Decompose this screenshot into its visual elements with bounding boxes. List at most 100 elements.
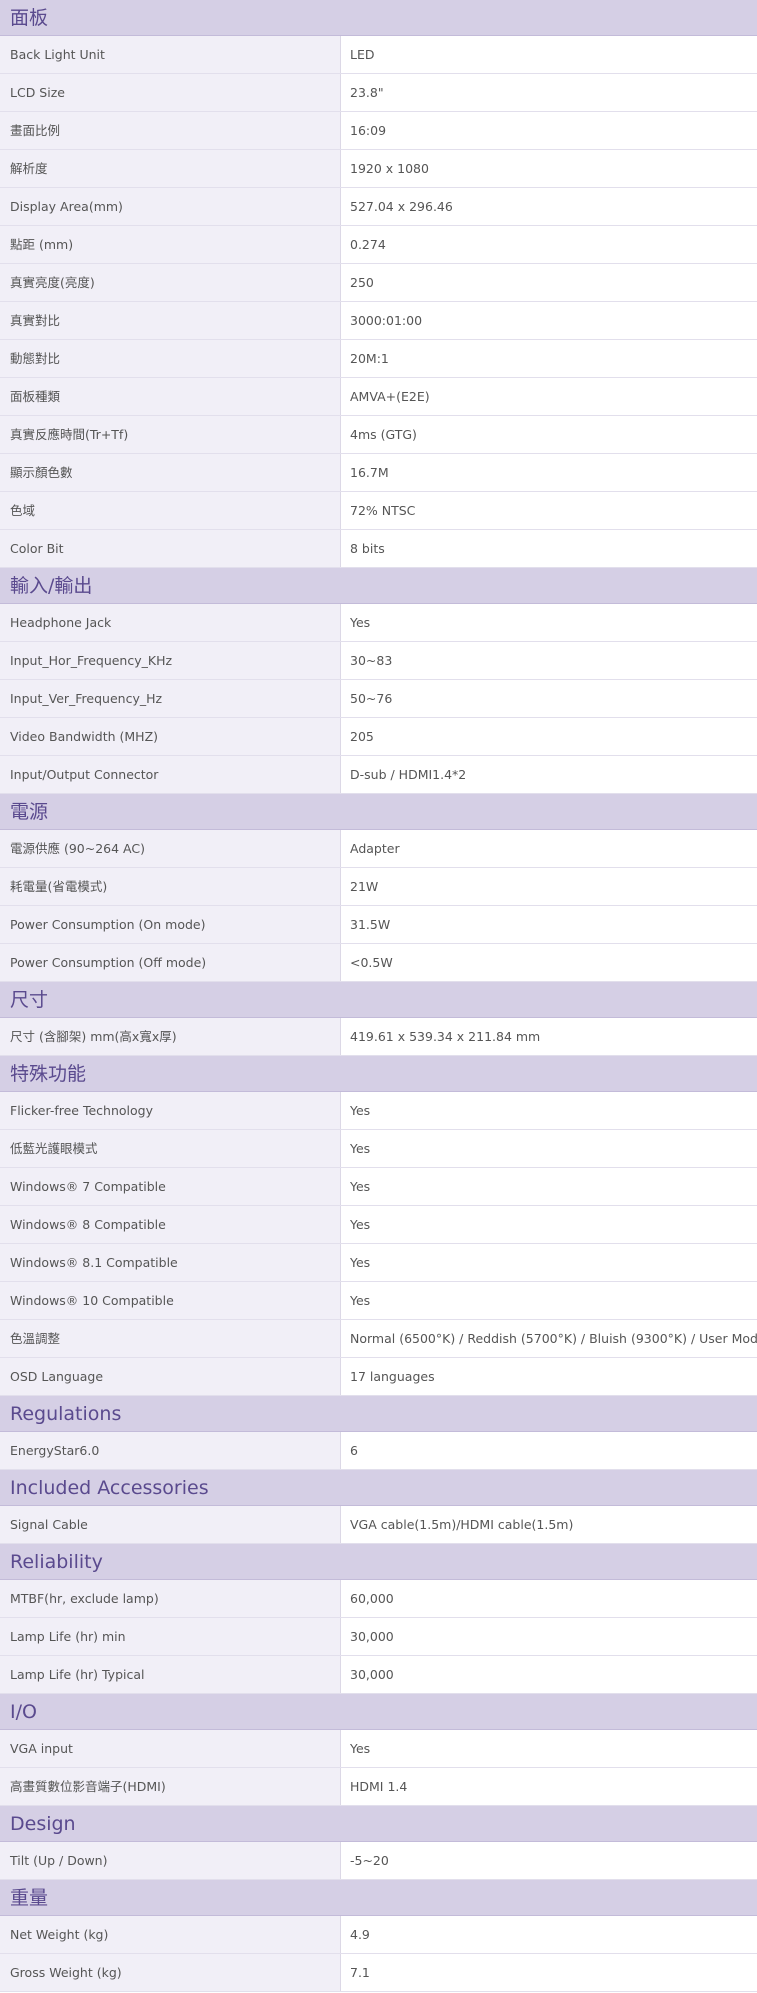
spec-label: Display Area(mm): [0, 188, 341, 225]
spec-label: MTBF(hr, exclude lamp): [0, 1580, 341, 1617]
spec-value: VGA cable(1.5m)/HDMI cable(1.5m): [341, 1506, 757, 1543]
spec-label: Color Bit: [0, 530, 341, 567]
spec-section: 特殊功能 Flicker-free Technology Yes 低藍光護眼模式 Yes…: [0, 1056, 757, 1396]
spec-row: Color Bit 8 bits: [0, 530, 757, 568]
spec-label: Headphone Jack: [0, 604, 341, 641]
section-header-7: Reliability: [0, 1544, 757, 1580]
spec-row: Windows® 8 Compatible Yes: [0, 1206, 757, 1244]
spec-value: 30,000: [341, 1618, 757, 1655]
spec-value: HDMI 1.4: [341, 1768, 757, 1805]
spec-row: Headphone Jack Yes: [0, 604, 757, 642]
spec-row: Signal Cable VGA cable(1.5m)/HDMI cable(1…: [0, 1506, 757, 1544]
spec-value: -5~20: [341, 1842, 757, 1879]
section-header-10: 重量: [0, 1880, 757, 1916]
spec-row: Input_Hor_Frequency_KHz 30~83: [0, 642, 757, 680]
spec-section: 尺寸 尺寸 (含腳架) mm(高x寬x厚) 419.61 x 539.34 x 21…: [0, 982, 757, 1056]
spec-section: Included Accessories Signal Cable VGA cabl…: [0, 1470, 757, 1544]
spec-value: 205: [341, 718, 757, 755]
spec-label: Signal Cable: [0, 1506, 341, 1543]
spec-row: VGA input Yes: [0, 1730, 757, 1768]
spec-section: 輸入/輸出 Headphone Jack Yes Input_Hor_Frequenc…: [0, 568, 757, 794]
spec-row: 面板種類 AMVA+(E2E): [0, 378, 757, 416]
spec-label: 電源供應 (90~264 AC): [0, 830, 341, 867]
spec-row: 高畫質數位影音端子(HDMI) HDMI 1.4: [0, 1768, 757, 1806]
spec-row: Windows® 7 Compatible Yes: [0, 1168, 757, 1206]
spec-section: Reliability MTBF(hr, exclude lamp) 60,000 L…: [0, 1544, 757, 1694]
spec-row: Tilt (Up / Down) -5~20: [0, 1842, 757, 1880]
spec-section: Regulations EnergyStar6.0 6: [0, 1396, 757, 1470]
spec-row: 真實亮度(亮度) 250: [0, 264, 757, 302]
spec-value: 17 languages: [341, 1358, 757, 1395]
spec-value: Adapter: [341, 830, 757, 867]
section-header-3: 尺寸: [0, 982, 757, 1018]
spec-row: LCD Size 23.8": [0, 74, 757, 112]
spec-label: Power Consumption (On mode): [0, 906, 341, 943]
section-header-6: Included Accessories: [0, 1470, 757, 1506]
spec-row: Input_Ver_Frequency_Hz 50~76: [0, 680, 757, 718]
spec-value: Normal (6500°K) / Reddish (5700°K) / Blu…: [341, 1320, 757, 1357]
spec-label: Windows® 8 Compatible: [0, 1206, 341, 1243]
spec-row: 真實對比 3000:01:00: [0, 302, 757, 340]
spec-label: Lamp Life (hr) Typical: [0, 1656, 341, 1693]
spec-value: Yes: [341, 1206, 757, 1243]
spec-value: AMVA+(E2E): [341, 378, 757, 415]
spec-value: 4.9: [341, 1916, 757, 1953]
spec-label: 低藍光護眼模式: [0, 1130, 341, 1167]
spec-value: Yes: [341, 1168, 757, 1205]
spec-value: Yes: [341, 604, 757, 641]
spec-row: Net Weight (kg) 4.9: [0, 1916, 757, 1954]
spec-value: 527.04 x 296.46: [341, 188, 757, 225]
spec-value: 72% NTSC: [341, 492, 757, 529]
spec-row: 動態對比 20M:1: [0, 340, 757, 378]
spec-label: 動態對比: [0, 340, 341, 377]
section-header-9: Design: [0, 1806, 757, 1842]
spec-row: 色域 72% NTSC: [0, 492, 757, 530]
spec-label: 真實反應時間(Tr+Tf): [0, 416, 341, 453]
spec-label: Back Light Unit: [0, 36, 341, 73]
spec-row: 解析度 1920 x 1080: [0, 150, 757, 188]
spec-value: Yes: [341, 1282, 757, 1319]
spec-label: 真實亮度(亮度): [0, 264, 341, 301]
section-header-1: 輸入/輸出: [0, 568, 757, 604]
spec-row: MTBF(hr, exclude lamp) 60,000: [0, 1580, 757, 1618]
spec-value: 30,000: [341, 1656, 757, 1693]
spec-value: Yes: [341, 1730, 757, 1767]
spec-value: Yes: [341, 1130, 757, 1167]
spec-label: Windows® 10 Compatible: [0, 1282, 341, 1319]
spec-label: 耗電量(省電模式): [0, 868, 341, 905]
spec-value: 1920 x 1080: [341, 150, 757, 187]
spec-row: Display Area(mm) 527.04 x 296.46: [0, 188, 757, 226]
spec-value: 23.8": [341, 74, 757, 111]
spec-value: 419.61 x 539.34 x 211.84 mm: [341, 1018, 757, 1055]
spec-value: 21W: [341, 868, 757, 905]
spec-label: 畫面比例: [0, 112, 341, 149]
spec-row: Lamp Life (hr) Typical 30,000: [0, 1656, 757, 1694]
spec-section: Design Tilt (Up / Down) -5~20: [0, 1806, 757, 1880]
spec-value: 7.1: [341, 1954, 757, 1991]
spec-row: 畫面比例 16:09: [0, 112, 757, 150]
spec-row: 低藍光護眼模式 Yes: [0, 1130, 757, 1168]
spec-row: 顯示顏色數 16.7M: [0, 454, 757, 492]
spec-row: 點距 (mm) 0.274: [0, 226, 757, 264]
section-header-8: I/O: [0, 1694, 757, 1730]
spec-label: Input_Ver_Frequency_Hz: [0, 680, 341, 717]
spec-section: I/O VGA input Yes 高畫質數位影音端子(HDMI) HDMI 1.4: [0, 1694, 757, 1806]
spec-label: Flicker-free Technology: [0, 1092, 341, 1129]
spec-row: 尺寸 (含腳架) mm(高x寬x厚) 419.61 x 539.34 x 211.…: [0, 1018, 757, 1056]
spec-row: 色溫調整 Normal (6500°K) / Reddish (5700°K) /…: [0, 1320, 757, 1358]
spec-label: LCD Size: [0, 74, 341, 111]
spec-label: OSD Language: [0, 1358, 341, 1395]
spec-value: 250: [341, 264, 757, 301]
spec-row: Input/Output Connector D-sub / HDMI1.4*2: [0, 756, 757, 794]
spec-value: 20M:1: [341, 340, 757, 377]
spec-row: Power Consumption (Off mode) <0.5W: [0, 944, 757, 982]
spec-value: 3000:01:00: [341, 302, 757, 339]
spec-row: OSD Language 17 languages: [0, 1358, 757, 1396]
section-header-2: 電源: [0, 794, 757, 830]
spec-row: EnergyStar6.0 6: [0, 1432, 757, 1470]
spec-label: Power Consumption (Off mode): [0, 944, 341, 981]
spec-row: Flicker-free Technology Yes: [0, 1092, 757, 1130]
spec-label: VGA input: [0, 1730, 341, 1767]
spec-row: 耗電量(省電模式) 21W: [0, 868, 757, 906]
spec-value: Yes: [341, 1092, 757, 1129]
